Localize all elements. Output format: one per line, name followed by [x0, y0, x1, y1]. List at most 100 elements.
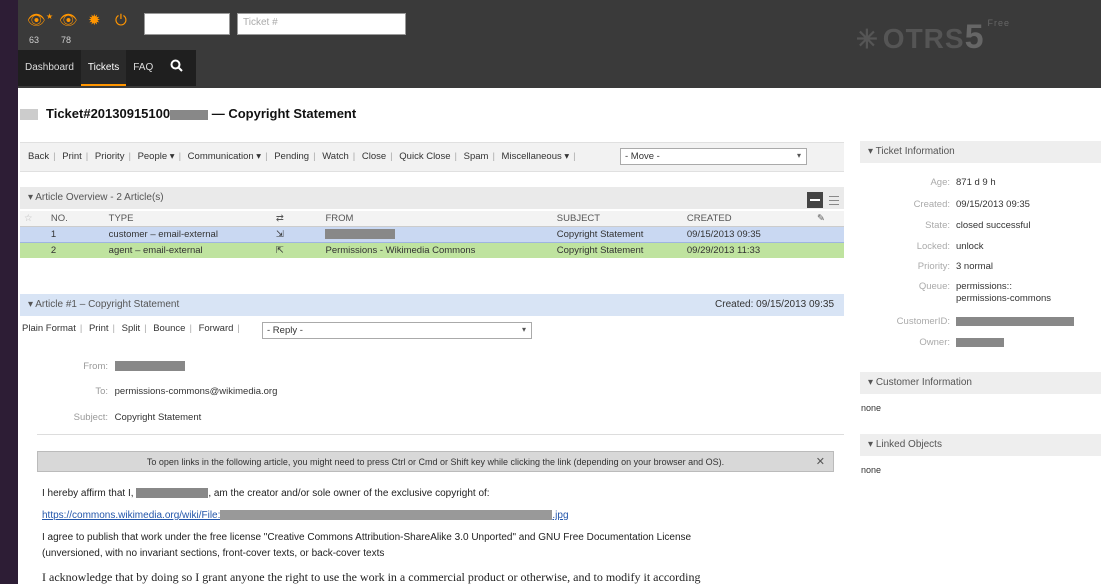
col-from[interactable]: FROM [321, 211, 553, 227]
top-header: 👁★ 63 👁 78 ✹ ⏻ Ticket # ✳ OTRS5 Free Dashb… [18, 0, 1101, 88]
body-line-1: I hereby affirm that I, , am the creator… [42, 488, 490, 499]
ticket-info-title: Ticket Information [875, 146, 955, 157]
action-communication[interactable]: Communication ▾ [188, 151, 261, 162]
col-subject[interactable]: SUBJECT [552, 211, 683, 227]
star-icon[interactable]: ☆ [20, 211, 47, 227]
table-header-row: ☆ NO. TYPE ⇄ FROM SUBJECT CREATED ✎ [20, 211, 844, 227]
action-people[interactable]: People ▾ [138, 151, 175, 162]
action-print-article[interactable]: Print [89, 323, 109, 334]
otrs-logo: ✳ OTRS5 Free [856, 18, 1010, 57]
action-spam[interactable]: Spam [464, 151, 489, 162]
list-view-icon[interactable] [826, 192, 842, 208]
outgoing-mail-icon: ⇱ [271, 242, 322, 258]
col-attachment[interactable]: ✎ [812, 211, 844, 227]
info-label: Created: [913, 199, 950, 210]
table-row[interactable]: 2 agent – email-external ⇱ Permissions -… [20, 242, 844, 258]
article-title: Article #1 – Copyright Statement [35, 299, 180, 310]
action-split[interactable]: Split [122, 323, 140, 334]
linked-objects-header[interactable]: ▾ Linked Objects [860, 434, 1101, 456]
ticket-title: — Copyright Statement [211, 106, 357, 121]
move-select-value: - Move - [625, 151, 660, 162]
sun-icon: ✳ [856, 24, 879, 54]
action-forward[interactable]: Forward [199, 323, 234, 334]
body-line-2[interactable]: https://commons.wikimedia.org/wiki/File:… [42, 510, 569, 521]
watched-count: 63 [29, 35, 40, 45]
subject-value: Copyright Statement [114, 412, 202, 423]
col-created[interactable]: CREATED [682, 211, 813, 227]
action-pending[interactable]: Pending [274, 151, 309, 162]
action-priority[interactable]: Priority [95, 151, 125, 162]
search-icon[interactable] [160, 50, 196, 86]
responsible-tickets-icon[interactable]: 👁 [59, 13, 78, 28]
info-label: CustomerID: [896, 316, 950, 327]
divider [37, 434, 844, 435]
cell-type: customer – email-external [104, 225, 272, 243]
reply-select[interactable]: - Reply - ▾ [262, 322, 532, 339]
action-back[interactable]: Back [28, 151, 49, 162]
search-placeholder: Ticket # [243, 17, 278, 28]
incoming-mail-icon: ⇲ [271, 225, 322, 243]
logo-text: OTRS [882, 23, 965, 54]
info-value: closed successful [956, 220, 1031, 231]
action-close[interactable]: Close [362, 151, 386, 162]
redacted-customer-id [956, 316, 1074, 326]
from-field: From: [18, 361, 185, 372]
collapsed-view-button[interactable] [807, 192, 823, 208]
nav-dashboard[interactable]: Dashboard [18, 50, 81, 86]
collapse-triangle-icon: ▾ [868, 377, 874, 388]
fulltext-search-input[interactable] [144, 13, 230, 35]
table-row[interactable]: 1 customer – email-external ⇲ Copyright … [20, 225, 844, 243]
article-header[interactable]: ▾ Article #1 – Copyright Statement Creat… [20, 294, 844, 316]
gear-icon[interactable]: ✹ [88, 13, 101, 28]
action-miscellaneous[interactable]: Miscellaneous ▾ [502, 151, 570, 162]
redacted-from [114, 361, 185, 372]
queue-link-cont[interactable]: permissions-commons [956, 293, 1051, 304]
queue-link[interactable]: permissions:: [956, 281, 1012, 292]
subject-field: Subject: Copyright Statement [18, 412, 202, 423]
info-created: Created: 09/15/2013 09:35 [860, 199, 1030, 210]
priority-color-box [20, 109, 38, 121]
col-no[interactable]: NO. [46, 211, 105, 227]
chevron-down-icon: ▾ [796, 151, 801, 160]
action-print[interactable]: Print [62, 151, 82, 162]
info-value: unlock [956, 241, 984, 252]
linked-objects-title: Linked Objects [875, 439, 942, 450]
redacted-filename [220, 510, 553, 521]
link-notice-text: To open links in the following article, … [146, 457, 725, 467]
file-link[interactable]: https://commons.wikimedia.org/wiki/File: [42, 510, 220, 521]
logo-edition: Free [987, 18, 1011, 28]
ticket-info-header[interactable]: ▾ Ticket Information [860, 141, 1101, 163]
action-bounce[interactable]: Bounce [153, 323, 185, 334]
logout-icon[interactable]: ⏻ [115, 13, 127, 28]
action-watch[interactable]: Watch [322, 151, 349, 162]
page-title: Ticket#20130915100 — Copyright Statement [20, 106, 356, 121]
info-age: Age: 871 d 9 h [860, 177, 995, 188]
nav-tickets[interactable]: Tickets [80, 50, 127, 86]
info-label: Locked: [916, 241, 950, 252]
customer-info-title: Customer Information [875, 377, 972, 388]
nav-faq[interactable]: FAQ [126, 50, 160, 86]
ticket-number-search-input[interactable]: Ticket # [237, 13, 406, 35]
otrs-window: 👁★ 63 👁 78 ✹ ⏻ Ticket # ✳ OTRS5 Free Dashb… [18, 0, 1101, 584]
action-plain-format[interactable]: Plain Format [22, 323, 76, 334]
chevron-down-icon: ▾ [521, 325, 526, 334]
reply-select-value: - Reply - [267, 325, 303, 336]
subject-label: Subject: [73, 412, 108, 423]
move-select[interactable]: - Move - ▾ [620, 148, 807, 165]
col-type[interactable]: TYPE [104, 211, 272, 227]
info-value: 09/15/2013 09:35 [956, 199, 1030, 210]
info-state: State: closed successful [860, 220, 1030, 231]
linked-objects-value: none [861, 465, 882, 475]
watched-tickets-icon[interactable]: 👁★ [27, 13, 53, 29]
close-icon[interactable]: ✕ [816, 455, 825, 468]
redacted-ticket-digits [170, 109, 209, 120]
article-overview-header[interactable]: ▾ Article Overview - 2 Article(s) [20, 187, 844, 209]
ticket-number: Ticket#20130915100 [46, 106, 171, 121]
customer-info-header[interactable]: ▾ Customer Information [860, 372, 1101, 394]
action-quick-close[interactable]: Quick Close [399, 151, 450, 162]
cell-created: 09/15/2013 09:35 [682, 225, 813, 243]
col-direction[interactable]: ⇄ [271, 211, 322, 227]
info-label: Age: [930, 177, 950, 188]
file-link-suffix[interactable]: .jpg [552, 510, 568, 521]
cell-subject: Copyright Statement [552, 225, 683, 243]
